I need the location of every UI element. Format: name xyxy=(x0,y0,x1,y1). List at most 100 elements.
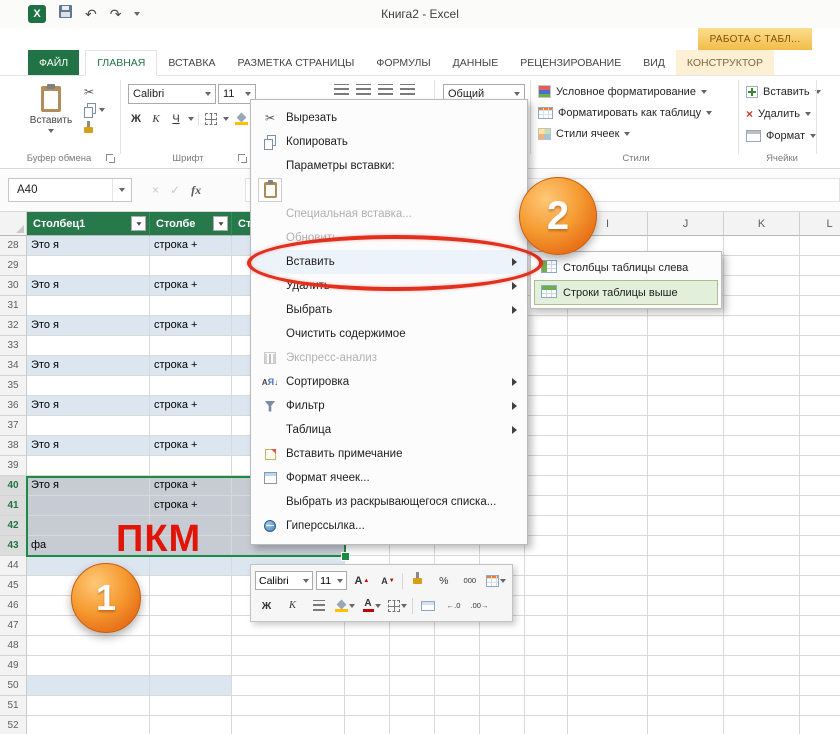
cell[interactable] xyxy=(390,676,435,696)
cell[interactable] xyxy=(724,436,800,456)
cell[interactable] xyxy=(800,236,840,256)
cell[interactable]: строка + xyxy=(150,356,232,376)
cell[interactable] xyxy=(568,536,648,556)
cell[interactable] xyxy=(800,456,840,476)
font-name-combo[interactable]: Calibri xyxy=(128,84,216,104)
cell[interactable] xyxy=(232,636,345,656)
cell[interactable]: Это я xyxy=(27,236,150,256)
fill-handle[interactable] xyxy=(341,552,350,561)
cell[interactable] xyxy=(724,616,800,636)
cell[interactable] xyxy=(525,436,568,456)
delete-cells-button[interactable]: ×Удалить xyxy=(746,104,821,123)
column-header[interactable]: L xyxy=(800,212,840,236)
cell[interactable]: строка + xyxy=(150,436,232,456)
name-box-dropdown[interactable] xyxy=(112,179,131,201)
cell[interactable] xyxy=(648,516,724,536)
cell[interactable] xyxy=(800,536,840,556)
cell[interactable]: Это я xyxy=(27,436,150,456)
table-column-header[interactable]: Столбец1 xyxy=(27,212,150,236)
cell[interactable] xyxy=(435,696,480,716)
row-header[interactable]: 49 xyxy=(0,656,27,676)
cell[interactable] xyxy=(150,256,232,276)
cell[interactable] xyxy=(800,376,840,396)
context-menu-item[interactable]: Вставить примечание xyxy=(251,442,527,466)
cell[interactable] xyxy=(525,456,568,476)
cell[interactable] xyxy=(525,376,568,396)
cell[interactable] xyxy=(525,516,568,536)
mini-font-size-combo[interactable]: 11 xyxy=(316,571,347,590)
cell[interactable] xyxy=(568,716,648,734)
cell[interactable] xyxy=(800,656,840,676)
cell[interactable] xyxy=(800,576,840,596)
insert-function-button[interactable]: fx xyxy=(191,183,201,198)
cell[interactable] xyxy=(648,616,724,636)
cell[interactable] xyxy=(480,656,525,676)
chevron-down-icon[interactable] xyxy=(223,117,229,121)
context-menu-item[interactable]: Очистить содержимое xyxy=(251,322,527,346)
mini-bold-button[interactable]: Ж xyxy=(255,595,278,616)
cell[interactable] xyxy=(648,336,724,356)
cell[interactable] xyxy=(232,676,345,696)
row-header[interactable]: 51 xyxy=(0,696,27,716)
row-header[interactable]: 52 xyxy=(0,716,27,734)
cell[interactable]: Это я xyxy=(27,316,150,336)
cell[interactable] xyxy=(390,696,435,716)
cell[interactable] xyxy=(648,356,724,376)
row-header[interactable]: 37 xyxy=(0,416,27,436)
cell[interactable]: Это я xyxy=(27,276,150,296)
cell[interactable] xyxy=(724,596,800,616)
select-all-corner[interactable] xyxy=(0,212,27,236)
tab-вставка[interactable]: ВСТАВКА xyxy=(157,50,226,75)
cell[interactable] xyxy=(525,476,568,496)
cell[interactable] xyxy=(724,376,800,396)
cell[interactable] xyxy=(724,656,800,676)
cell[interactable] xyxy=(27,496,150,516)
cell[interactable] xyxy=(800,696,840,716)
context-menu-item[interactable]: Формат ячеек... xyxy=(251,466,527,490)
cell[interactable]: строка + xyxy=(150,316,232,336)
cell[interactable] xyxy=(27,716,150,734)
cell[interactable] xyxy=(27,456,150,476)
grow-font-button[interactable]: А▲ xyxy=(350,570,373,591)
cell[interactable] xyxy=(390,636,435,656)
context-menu-item[interactable]: Выбрать xyxy=(251,298,527,322)
cell[interactable] xyxy=(480,636,525,656)
mini-align-button[interactable] xyxy=(307,595,330,616)
copy-button[interactable] xyxy=(84,102,105,118)
conditional-formatting-button[interactable]: Условное форматирование xyxy=(538,82,712,101)
format-as-table-button[interactable]: Форматировать как таблицу xyxy=(538,103,712,122)
row-header[interactable]: 39 xyxy=(0,456,27,476)
mini-fill-color-button[interactable] xyxy=(333,595,357,616)
increase-decimal-button[interactable]: ←.0 xyxy=(442,595,465,616)
mini-format-painter-button[interactable] xyxy=(406,570,429,591)
cell[interactable] xyxy=(648,676,724,696)
align-bottom-icon[interactable] xyxy=(378,84,393,95)
cell[interactable] xyxy=(568,516,648,536)
cell[interactable] xyxy=(150,636,232,656)
cell[interactable] xyxy=(150,416,232,436)
cell[interactable] xyxy=(150,676,232,696)
column-header[interactable]: K xyxy=(724,212,800,236)
filter-button[interactable] xyxy=(131,216,146,231)
bold-button[interactable]: Ж xyxy=(128,110,144,127)
cell[interactable] xyxy=(800,496,840,516)
cell[interactable] xyxy=(648,416,724,436)
cell[interactable] xyxy=(648,316,724,336)
cell[interactable]: строка + xyxy=(150,476,232,496)
cell[interactable] xyxy=(800,476,840,496)
cell[interactable] xyxy=(525,716,568,734)
comma-style-button[interactable]: 000 xyxy=(458,570,481,591)
cell[interactable]: Это я xyxy=(27,396,150,416)
row-header[interactable]: 43 xyxy=(0,536,27,556)
cell[interactable] xyxy=(724,636,800,656)
cell[interactable] xyxy=(724,256,800,276)
cell[interactable] xyxy=(648,456,724,476)
cell[interactable] xyxy=(568,336,648,356)
cell[interactable] xyxy=(800,316,840,336)
borders-button[interactable] xyxy=(203,110,219,127)
cell[interactable] xyxy=(345,656,390,676)
tab-разметка-страницы[interactable]: РАЗМЕТКА СТРАНИЦЫ xyxy=(226,50,365,75)
cell[interactable] xyxy=(568,636,648,656)
cell[interactable] xyxy=(568,316,648,336)
cell[interactable] xyxy=(724,396,800,416)
